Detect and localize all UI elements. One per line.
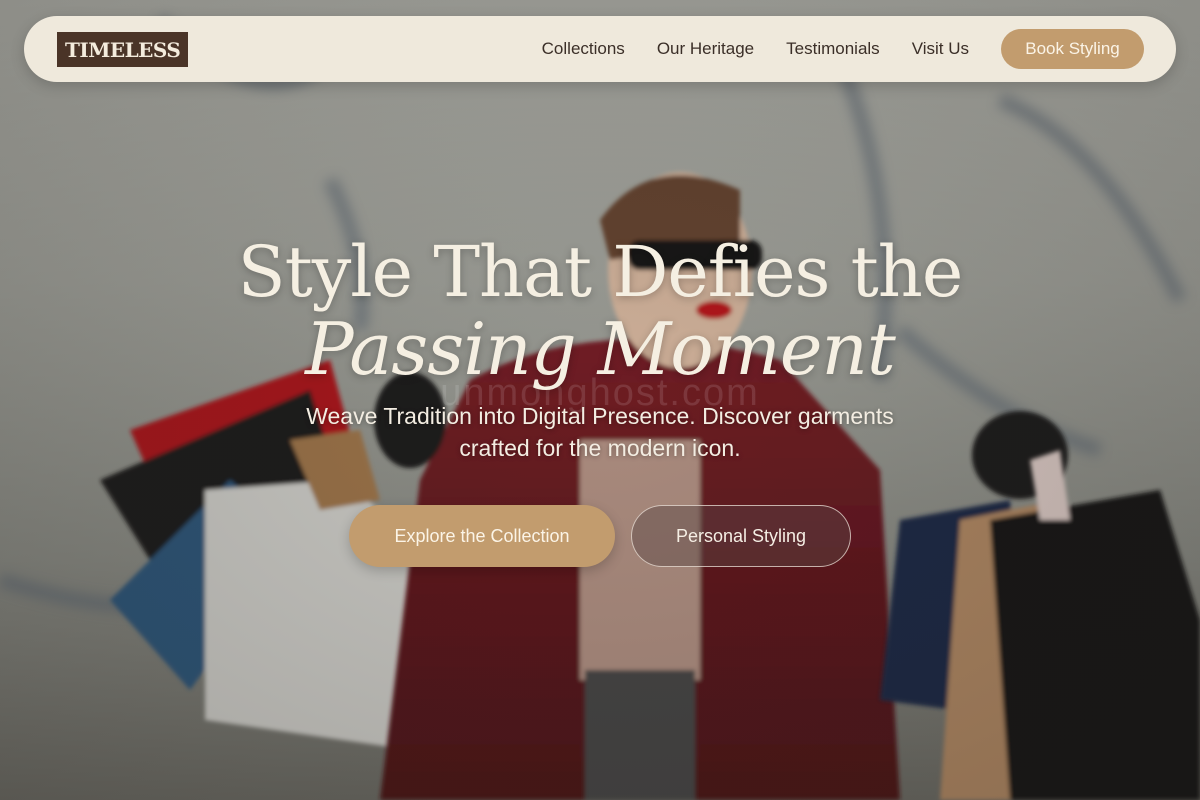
nav-link-testimonials[interactable]: Testimonials <box>786 39 880 59</box>
nav-link-visit-us[interactable]: Visit Us <box>912 39 969 59</box>
explore-collection-button[interactable]: Explore the Collection <box>349 505 615 567</box>
nav-link-collections[interactable]: Collections <box>542 39 625 59</box>
hero-subtitle: Weave Tradition into Digital Presence. D… <box>306 403 894 461</box>
nav-links: Collections Our Heritage Testimonials Vi… <box>542 39 969 59</box>
personal-styling-button[interactable]: Personal Styling <box>631 505 851 567</box>
nav-link-our-heritage[interactable]: Our Heritage <box>657 39 754 59</box>
brand-logo[interactable]: TIMELESS <box>57 31 189 67</box>
hero-title: Style That Defies the Passing Moment <box>0 232 1200 386</box>
hero-title-line2: Passing Moment <box>305 307 896 391</box>
book-styling-button[interactable]: Book Styling <box>1001 29 1144 69</box>
hero-title-line1: Style That Defies the <box>237 231 964 313</box>
top-navbar: TIMELESS Collections Our Heritage Testim… <box>24 16 1176 82</box>
